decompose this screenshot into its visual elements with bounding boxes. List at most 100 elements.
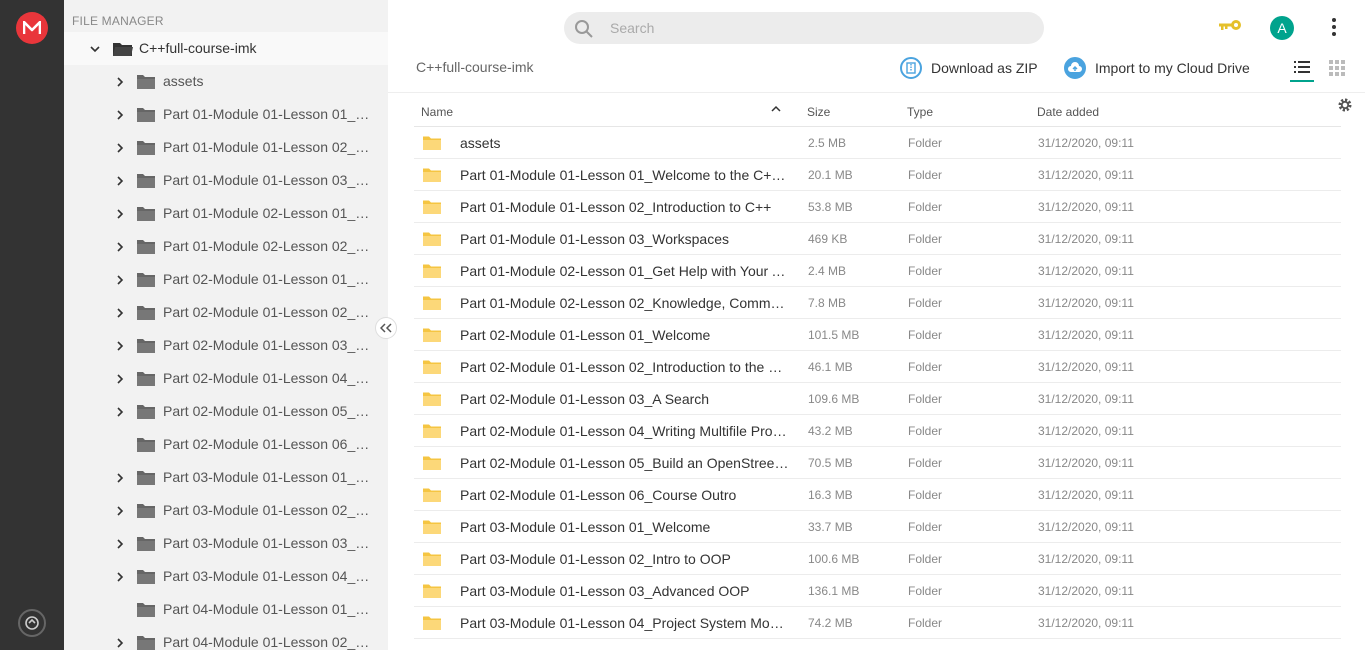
file-size: 100.6 MB	[808, 552, 860, 566]
table-row[interactable]: Part 01-Module 01-Lesson 02_Introduction…	[414, 191, 1341, 223]
file-name[interactable]: Part 03-Module 01-Lesson 03_Advanced OOP	[460, 583, 790, 599]
collapse-panel-button[interactable]	[375, 317, 397, 339]
table-row[interactable]: Part 02-Module 01-Lesson 03_A Search 109.…	[414, 383, 1341, 415]
tree-item[interactable]: Part 01-Module 02-Lesson 01_Get Help wit…	[64, 197, 388, 230]
tree-item[interactable]: Part 01-Module 01-Lesson 02_Introduction…	[64, 131, 388, 164]
table-row[interactable]: Part 01-Module 02-Lesson 01_Get Help wit…	[414, 255, 1341, 287]
table-row[interactable]: Part 03-Module 01-Lesson 01_Welcome 33.7 …	[414, 511, 1341, 543]
file-size: 53.8 MB	[808, 200, 853, 214]
search-input[interactable]	[610, 18, 1030, 38]
file-name[interactable]: Part 02-Module 01-Lesson 02_Introduction…	[460, 359, 790, 375]
sort-ascending-icon[interactable]	[771, 103, 781, 117]
file-name[interactable]: Part 02-Module 01-Lesson 04_Writing Mult…	[460, 423, 790, 439]
chevron-right-icon[interactable]	[114, 240, 126, 258]
file-date: 31/12/2020, 09:11	[1038, 584, 1134, 598]
chevron-right-icon[interactable]	[114, 207, 126, 225]
tree-item[interactable]: Part 03-Module 01-Lesson 03_Advanced OOP	[64, 527, 388, 560]
tree-item[interactable]: Part 04-Module 01-Lesson 01_Introduction	[64, 593, 388, 626]
file-name[interactable]: Part 02-Module 01-Lesson 06_Course Outro	[460, 487, 790, 503]
tree-item-label: Part 03-Module 01-Lesson 03_Advanced OOP	[163, 535, 373, 551]
file-name[interactable]: Part 01-Module 01-Lesson 02_Introduction…	[460, 199, 790, 215]
chevron-right-icon[interactable]	[114, 75, 126, 93]
table-row[interactable]: Part 02-Module 01-Lesson 02_Introduction…	[414, 351, 1341, 383]
key-icon[interactable]	[1218, 18, 1242, 37]
tree-item[interactable]: Part 01-Module 01-Lesson 01_Welcome to t…	[64, 98, 388, 131]
file-name[interactable]: Part 02-Module 01-Lesson 01_Welcome	[460, 327, 790, 343]
tree-item[interactable]: Part 02-Module 01-Lesson 06_Course Outro	[64, 428, 388, 461]
chevron-right-icon[interactable]	[114, 504, 126, 522]
tree-item[interactable]: Part 03-Module 01-Lesson 01_Welcome	[64, 461, 388, 494]
tree-item[interactable]: assets	[64, 65, 388, 98]
table-row[interactable]: Part 03-Module 01-Lesson 03_Advanced OOP…	[414, 575, 1341, 607]
table-row[interactable]: Part 02-Module 01-Lesson 05_Build an Ope…	[414, 447, 1341, 479]
chevron-right-icon[interactable]	[114, 570, 126, 588]
table-row[interactable]: Part 02-Module 01-Lesson 01_Welcome 101.5…	[414, 319, 1341, 351]
folder-icon	[422, 487, 442, 508]
table-row[interactable]: Part 01-Module 01-Lesson 03_Workspaces 46…	[414, 223, 1341, 255]
table-row[interactable]: Part 03-Module 01-Lesson 04_Project Syst…	[414, 607, 1341, 639]
column-date-header[interactable]: Date added	[1037, 105, 1099, 119]
file-name[interactable]: Part 01-Module 02-Lesson 01_Get Help wit…	[460, 263, 790, 279]
column-size-header[interactable]: Size	[807, 105, 830, 119]
chevron-right-icon[interactable]	[114, 174, 126, 192]
table-row[interactable]: Part 03-Module 01-Lesson 02_Intro to OOP…	[414, 543, 1341, 575]
tree-item[interactable]: Part 02-Module 01-Lesson 02_Introduction…	[64, 296, 388, 329]
avatar[interactable]: A	[1270, 16, 1294, 40]
mega-logo-icon[interactable]	[16, 12, 48, 44]
import-cloud-drive-button[interactable]: Import to my Cloud Drive	[1064, 56, 1250, 80]
table-row[interactable]: assets 2.5 MB Folder 31/12/2020, 09:11	[414, 127, 1341, 159]
file-name[interactable]: Part 02-Module 01-Lesson 03_A Search	[460, 391, 790, 407]
table-row[interactable]: Part 01-Module 02-Lesson 02_Knowledge, C…	[414, 287, 1341, 319]
file-name[interactable]: Part 03-Module 01-Lesson 04_Project Syst…	[460, 615, 790, 631]
tree-item[interactable]: Part 04-Module 01-Lesson 02_Overview of …	[64, 626, 388, 650]
list-view-icon[interactable]	[1290, 58, 1314, 82]
folder-icon	[422, 519, 442, 540]
file-name[interactable]: Part 01-Module 02-Lesson 02_Knowledge, C…	[460, 295, 790, 311]
tree-item[interactable]: Part 01-Module 02-Lesson 02_Knowledge, C…	[64, 230, 388, 263]
chevron-right-icon[interactable]	[114, 372, 126, 390]
chevron-right-icon[interactable]	[114, 636, 126, 650]
tree-item[interactable]: Part 02-Module 01-Lesson 01_Welcome	[64, 263, 388, 296]
breadcrumb[interactable]: C++full-course-imk	[416, 59, 533, 75]
file-type: Folder	[908, 296, 943, 310]
chevron-right-icon[interactable]	[114, 306, 126, 324]
chevron-right-icon[interactable]	[114, 471, 126, 489]
tree-item[interactable]: Part 03-Module 01-Lesson 02_Intro to OOP	[64, 494, 388, 527]
table-row[interactable]: Part 01-Module 01-Lesson 01_Welcome to t…	[414, 159, 1341, 191]
chevron-down-icon[interactable]	[89, 42, 101, 60]
file-name[interactable]: Part 01-Module 01-Lesson 03_Workspaces	[460, 231, 790, 247]
file-size: 20.1 MB	[808, 168, 853, 182]
chevron-right-icon[interactable]	[114, 537, 126, 555]
chevron-right-icon[interactable]	[114, 108, 126, 126]
column-type-header[interactable]: Type	[907, 105, 933, 119]
table-row[interactable]: Part 02-Module 01-Lesson 06_Course Outro…	[414, 479, 1341, 511]
file-name[interactable]: assets	[460, 135, 790, 151]
chevron-right-icon[interactable]	[114, 405, 126, 423]
more-options-icon[interactable]	[1329, 18, 1339, 38]
sync-icon[interactable]	[18, 609, 46, 637]
tree-item[interactable]: Part 02-Module 01-Lesson 05_Build an Ope…	[64, 395, 388, 428]
tree-root-folder[interactable]: C++full-course-imk	[64, 32, 388, 65]
download-zip-button[interactable]: Download as ZIP	[900, 56, 1038, 80]
file-date: 31/12/2020, 09:11	[1038, 232, 1134, 246]
tree-item[interactable]: Part 03-Module 01-Lesson 04_Project Syst…	[64, 560, 388, 593]
folder-icon	[136, 568, 156, 590]
chevron-right-icon[interactable]	[114, 273, 126, 291]
table-row[interactable]: Part 02-Module 01-Lesson 04_Writing Mult…	[414, 415, 1341, 447]
tree-item-label: Part 01-Module 01-Lesson 01_Welcome to t…	[163, 106, 373, 122]
file-name[interactable]: Part 02-Module 01-Lesson 05_Build an Ope…	[460, 455, 790, 471]
search-bar[interactable]	[564, 12, 1044, 44]
tree-item[interactable]: Part 02-Module 01-Lesson 03_A Search	[64, 329, 388, 362]
chevron-right-icon[interactable]	[114, 141, 126, 159]
file-size: 74.2 MB	[808, 616, 853, 630]
tree-item[interactable]: Part 01-Module 01-Lesson 03_Workspaces	[64, 164, 388, 197]
column-name-header[interactable]: Name	[421, 105, 453, 119]
tree-item-label: Part 02-Module 01-Lesson 01_Welcome	[163, 271, 373, 287]
grid-view-icon[interactable]	[1329, 60, 1345, 76]
tree-item[interactable]: Part 02-Module 01-Lesson 04_Writing Mult…	[64, 362, 388, 395]
file-name[interactable]: Part 03-Module 01-Lesson 02_Intro to OOP	[460, 551, 790, 567]
app-window: FILE MANAGER C++full-course-imk assets Pa…	[0, 0, 1365, 650]
file-name[interactable]: Part 03-Module 01-Lesson 01_Welcome	[460, 519, 790, 535]
chevron-right-icon[interactable]	[114, 339, 126, 357]
file-name[interactable]: Part 01-Module 01-Lesson 01_Welcome to t…	[460, 167, 790, 183]
